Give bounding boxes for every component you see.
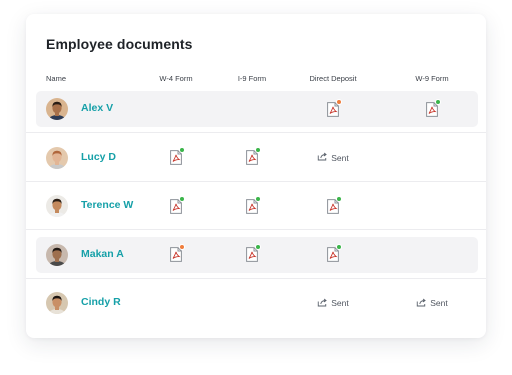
complete-status-badge-icon xyxy=(255,244,261,250)
avatar xyxy=(46,243,68,266)
column-header-w4: W-4 Form xyxy=(159,74,193,83)
cell-w9 xyxy=(426,85,441,133)
cell-dd xyxy=(327,85,342,133)
pdf-document-icon[interactable] xyxy=(327,244,342,262)
pdf-document-icon[interactable] xyxy=(170,195,185,214)
attention-status-badge-icon xyxy=(336,98,342,105)
pdf-document-icon[interactable] xyxy=(426,98,441,117)
send-icon xyxy=(317,298,327,309)
column-header-direct-deposit: Direct Deposit xyxy=(309,74,357,83)
column-header-i9: I-9 Form xyxy=(237,74,267,83)
cell-dd: Sent xyxy=(317,134,349,182)
cell-w4 xyxy=(170,231,185,279)
cell-dd: Sent xyxy=(317,279,349,327)
complete-status-badge-icon xyxy=(179,147,185,153)
complete-status-badge-icon xyxy=(179,195,185,202)
sent-status[interactable]: Sent xyxy=(416,298,448,309)
sent-status[interactable]: Sent xyxy=(317,298,349,309)
avatar xyxy=(46,195,68,217)
employee-name-link[interactable]: Alex V xyxy=(81,102,113,114)
cell-i9 xyxy=(246,134,261,182)
sent-status[interactable]: Sent xyxy=(317,152,349,163)
employee-name-link[interactable]: Terence W xyxy=(81,199,133,211)
complete-status-badge-icon xyxy=(336,244,342,250)
column-header-w9: W-9 Form xyxy=(415,74,449,83)
cell-w9: Sent xyxy=(416,279,448,327)
cell-dd xyxy=(327,231,342,279)
attention-status-badge-icon xyxy=(179,244,185,250)
pdf-document-icon[interactable] xyxy=(170,244,185,262)
avatar xyxy=(46,292,68,314)
employee-row[interactable]: Makan A xyxy=(26,231,486,279)
sent-label: Sent xyxy=(331,298,349,308)
cell-i9 xyxy=(246,182,261,230)
employee-row[interactable]: Alex V xyxy=(26,85,486,133)
pdf-document-icon[interactable] xyxy=(246,147,261,165)
cell-w4 xyxy=(170,134,185,182)
pdf-document-icon[interactable] xyxy=(327,98,342,117)
send-icon xyxy=(416,298,426,309)
card-title: Employee documents xyxy=(46,36,193,52)
column-header-name: Name xyxy=(46,74,67,83)
send-icon xyxy=(317,152,327,163)
employee-name-link[interactable]: Cindy R xyxy=(81,296,121,308)
pdf-document-icon[interactable] xyxy=(327,195,342,214)
employee-documents-card: Employee documents Name W-4 Form I-9 For… xyxy=(26,14,486,338)
sent-label: Sent xyxy=(430,298,448,308)
cell-i9 xyxy=(246,231,261,279)
cell-w4 xyxy=(170,182,185,230)
complete-status-badge-icon xyxy=(255,195,261,202)
pdf-document-icon[interactable] xyxy=(246,195,261,214)
complete-status-badge-icon xyxy=(336,195,342,202)
pdf-document-icon[interactable] xyxy=(246,244,261,262)
complete-status-badge-icon xyxy=(435,98,441,105)
sent-label: Sent xyxy=(331,152,349,163)
complete-status-badge-icon xyxy=(255,147,261,153)
employee-name-link[interactable]: Makan A xyxy=(81,248,124,260)
cell-dd xyxy=(327,182,342,230)
avatar xyxy=(46,98,68,120)
employee-name-link[interactable]: Lucy D xyxy=(81,151,116,163)
employee-row[interactable]: Lucy D Sent xyxy=(26,134,486,182)
employee-row[interactable]: Terence W xyxy=(26,182,486,230)
pdf-document-icon[interactable] xyxy=(170,147,185,165)
employee-row[interactable]: Cindy R Sent Sent xyxy=(26,279,486,327)
avatar xyxy=(46,146,68,169)
